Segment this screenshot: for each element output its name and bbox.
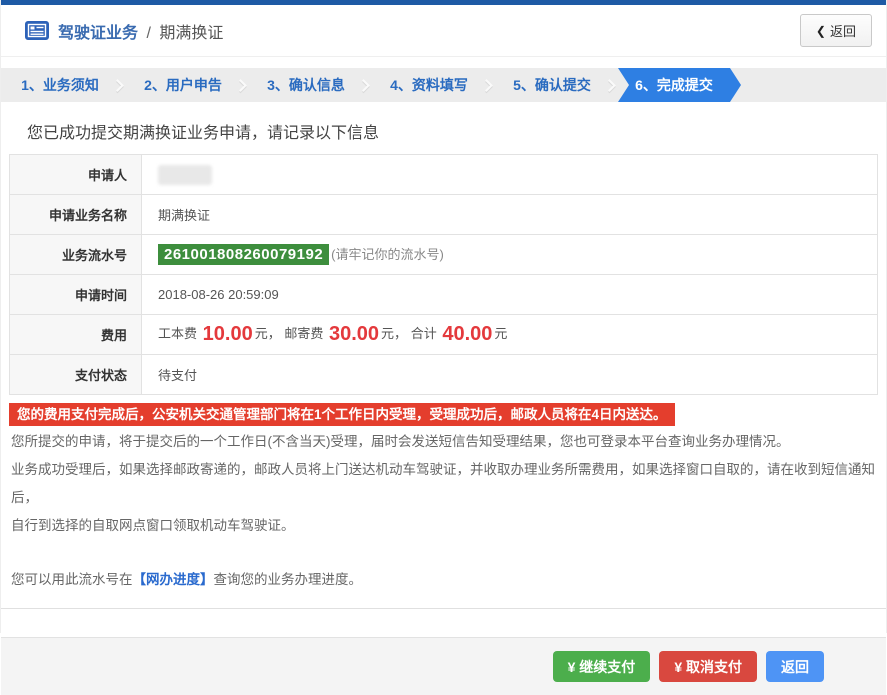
continue-payment-button[interactable]: ¥ 继续支付 [552,651,651,682]
fee-item2-label: 邮寄费 [284,326,324,341]
fee-label: 费用 [9,314,142,355]
main-content: 您已成功提交期满换证业务申请，请记录以下信息 申请人 申请业务名称 期满换证 业… [1,119,886,609]
serial-value-cell: 261001808260079192 (请牢记你的流水号) [141,234,878,275]
cancel-payment-button[interactable]: ¥ 取消支付 [659,651,757,682]
step-1-notice: 1、业务须知 [21,77,99,93]
table-row-service: 申请业务名称 期满换证 [9,194,878,235]
step-2-declaration: 2、用户申告 [144,77,222,93]
breadcrumb-current: 期满换证 [159,24,224,42]
serial-number-badge: 261001808260079192 [158,244,330,265]
progress-hint-suffix: 查询您的业务办理进度。 [213,572,363,587]
notice-paragraph-2-line2: 自行到选择的自取网点窗口领取机动车驾驶证。 [11,518,295,533]
pay-status-label: 支付状态 [9,354,142,395]
step-5-confirm-submit: 5、确认提交 [513,77,591,93]
breadcrumb-separator: / [146,24,151,42]
fee-item1-amount: 10.00 [202,323,253,345]
fee-item2-unit: 元， [381,326,408,341]
applicant-value [141,154,878,195]
service-value: 期满换证 [141,194,878,235]
table-row-status: 支付状态 待支付 [9,354,878,395]
table-row-fee: 费用 工本费 10.00 元， 邮寄费 30.00 元， 合计 40.00 元 [9,314,878,355]
fee-item1-unit: 元， [254,326,281,341]
notice-paragraph-2-line1: 业务成功受理后，如果选择邮政寄递的，邮政人员将上门送达机动车驾驶证，并收取办理业… [11,462,875,505]
apply-time-label: 申请时间 [9,274,142,315]
table-row-applicant: 申请人 [9,154,878,195]
step-4-fill-data: 4、资料填写 [390,77,468,93]
breadcrumb: 驾驶证业务 / 期满换证 [58,19,223,43]
applicant-name-redacted [158,164,212,185]
progress-hint-prefix: 您可以用此流水号在 [11,572,133,587]
step-3-confirm-info: 3、确认信息 [267,77,345,93]
step-6-complete-active: 6、完成提交 [618,68,741,102]
payment-warning-banner: 您的费用支付完成后，公安机关交通管理部门将在1个工作日内受理，受理成功后，邮政人… [9,403,675,426]
notice-paragraph-1: 您所提交的申请，将于提交后的一个工作日(不含当天)受理，届时会发送短信告知受理结… [11,434,790,449]
fee-item2-amount: 30.00 [328,323,380,345]
fee-value-cell: 工本费 10.00 元， 邮寄费 30.00 元， 合计 40.00 元 [141,314,878,355]
application-info-table: 申请人 申请业务名称 期满换证 业务流水号 261001808260079192… [9,154,878,395]
table-row-serial: 业务流水号 261001808260079192 (请牢记你的流水号) [9,234,878,275]
step-progress-bar: 1、业务须知 2、用户申告 3、确认信息 4、资料填写 5、确认提交 6、完成提… [1,68,886,102]
fee-item1-label: 工本费 [158,326,198,341]
apply-time-value: 2018-08-26 20:59:09 [141,274,878,315]
serial-note: (请牢记你的流水号) [331,247,444,262]
notice-paragraph-3: 您可以用此流水号在【网办进度】查询您的业务办理进度。 [11,566,878,594]
header-back-button[interactable]: ❮ 返回 [799,14,872,47]
footer-back-button[interactable]: 返回 [766,651,824,682]
success-message: 您已成功提交期满换证业务申请，请记录以下信息 [27,125,380,142]
footer-action-bar: ¥ 继续支付 ¥ 取消支付 返回 [1,637,886,695]
page-header: 驾驶证业务 / 期满换证 ❮ 返回 [1,5,886,57]
fee-total-amount: 40.00 [442,323,493,345]
breadcrumb-section[interactable]: 驾驶证业务 [58,25,138,42]
pay-status-value: 待支付 [141,354,878,395]
page: 驾驶证业务 / 期满换证 ❮ 返回 1、业务须知 2、用户申告 3、确认信息 4… [0,0,887,695]
online-progress-link[interactable]: 【网办进度】 [133,572,214,587]
service-label: 申请业务名称 [9,194,142,235]
fee-total-unit: 元 [494,326,508,341]
fee-total-label: 合计 [410,326,437,341]
header-back-label: 返回 [829,24,856,39]
applicant-label: 申请人 [9,154,142,195]
table-row-time: 申请时间 2018-08-26 20:59:09 [9,274,878,315]
license-form-icon [25,21,49,40]
serial-label: 业务流水号 [9,234,142,275]
chevron-left-icon: ❮ [815,23,826,38]
